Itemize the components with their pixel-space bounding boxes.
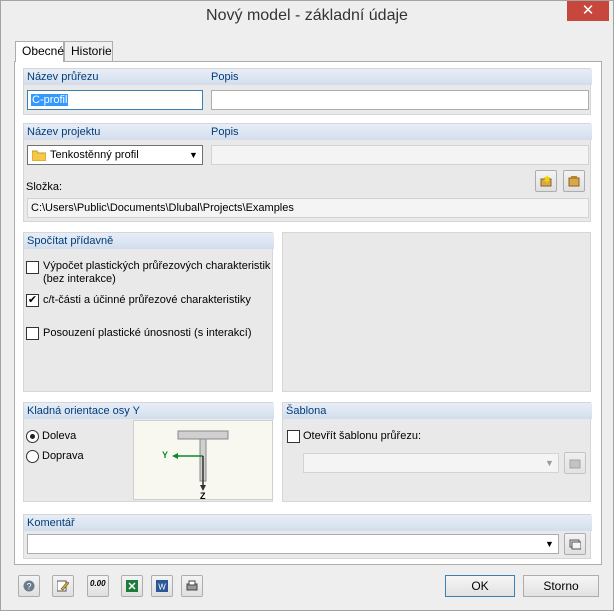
plastic-properties-label: Výpočet plastických průřezových charakte…: [43, 260, 271, 285]
import-excel-icon: [126, 580, 138, 592]
calc-header: Spočítat přídavně: [24, 233, 274, 249]
comment-group: Komentář ▼: [23, 514, 592, 559]
tab-panel: Název průřezu Popis C-profil Název proje…: [14, 61, 602, 565]
svg-text:?: ?: [26, 582, 31, 592]
right-radio[interactable]: [26, 450, 39, 463]
tab-historie[interactable]: Historie: [64, 41, 113, 61]
export-word-icon: W: [156, 580, 168, 592]
comment-edit-button[interactable]: [564, 533, 586, 555]
ct-parts-checkbox[interactable]: ✔: [26, 294, 39, 307]
orientation-group: Kladná orientace osy Y Doleva Doprava Y …: [23, 402, 274, 502]
calc-group: Spočítat přídavně Výpočet plastických pr…: [23, 232, 274, 392]
projects-icon: [568, 176, 580, 187]
info-panel: [282, 232, 591, 392]
right-radio-label: Doprava: [42, 450, 84, 462]
units-button[interactable]: 0.00: [87, 575, 109, 597]
folder-path-field: C:\Users\Public\Documents\Dlubal\Project…: [27, 198, 589, 218]
new-project-button[interactable]: [535, 170, 557, 192]
comment-icon: [569, 539, 581, 550]
pencil-icon: [57, 580, 69, 592]
project-select-value: Tenkostěnný profil: [50, 149, 139, 161]
help-button[interactable]: ?: [18, 575, 40, 597]
chevron-down-icon: ▼: [545, 458, 554, 468]
comment-input[interactable]: ▼: [27, 534, 559, 554]
axis-diagram-icon: [172, 430, 229, 491]
ok-button[interactable]: OK: [445, 575, 515, 597]
project-desc-input: [211, 145, 589, 165]
section-name-group: Název průřezu Popis C-profil: [23, 68, 592, 115]
new-folder-icon: [540, 175, 552, 187]
print-button[interactable]: [181, 575, 203, 597]
section-name-label: Název průřezu: [27, 71, 99, 83]
import-button[interactable]: [121, 575, 143, 597]
template-browse-button[interactable]: [564, 452, 586, 474]
export-button[interactable]: W: [151, 575, 173, 597]
project-header: Název projektu Popis: [24, 124, 592, 140]
tab-obecne[interactable]: Obecné: [15, 41, 64, 62]
window-title: Nový model - základní údaje: [206, 7, 408, 24]
print-icon: [186, 580, 198, 591]
template-icon: [569, 459, 581, 469]
section-desc-input[interactable]: [211, 90, 589, 110]
project-name-label: Název projektu: [27, 126, 101, 138]
section-name-header: Název průřezu Popis: [24, 69, 592, 85]
left-radio[interactable]: [26, 430, 39, 443]
folder-label: Složka:: [26, 181, 63, 193]
y-axis-label: Y: [162, 450, 169, 460]
plastic-capacity-label: Posouzení plastické únosnosti (s interak…: [43, 327, 252, 339]
orientation-preview: Y Z: [133, 420, 273, 501]
edit-button[interactable]: [52, 575, 74, 597]
comment-header: Komentář: [24, 515, 592, 531]
title-bar: Nový model - základní údaje ✕: [1, 1, 613, 33]
open-template-checkbox[interactable]: [287, 430, 300, 443]
manage-projects-button[interactable]: [563, 170, 585, 192]
project-select[interactable]: Tenkostěnný profil ▼: [27, 145, 203, 165]
svg-text:W: W: [158, 583, 166, 592]
project-group: Název projektu Popis Tenkostěnný profil …: [23, 123, 592, 222]
chevron-down-icon: ▼: [545, 539, 554, 549]
template-select: ▼: [303, 453, 559, 473]
units-icon: 0.00: [90, 579, 106, 588]
help-icon: ?: [23, 580, 35, 592]
section-name-input[interactable]: C-profil: [27, 90, 203, 110]
project-desc-label: Popis: [211, 126, 239, 138]
plastic-properties-checkbox[interactable]: [26, 261, 39, 274]
template-header: Šablona: [283, 403, 592, 419]
plastic-capacity-checkbox[interactable]: [26, 327, 39, 340]
z-axis-label: Z: [200, 491, 206, 501]
folder-icon: [32, 150, 46, 161]
dialog-window: Nový model - základní údaje ✕ Obecné His…: [0, 0, 614, 611]
open-template-label: Otevřít šablonu průřezu:: [303, 430, 422, 442]
chevron-down-icon: ▼: [189, 150, 198, 160]
close-button[interactable]: ✕: [567, 1, 609, 21]
cancel-button[interactable]: Storno: [523, 575, 599, 597]
template-group: Šablona Otevřít šablonu průřezu: ▼: [282, 402, 592, 502]
ct-parts-label: c/t-části a účinné průřezové charakteris…: [43, 294, 251, 306]
left-radio-label: Doleva: [42, 430, 77, 442]
section-desc-label: Popis: [211, 71, 239, 83]
orientation-header: Kladná orientace osy Y: [24, 403, 274, 419]
